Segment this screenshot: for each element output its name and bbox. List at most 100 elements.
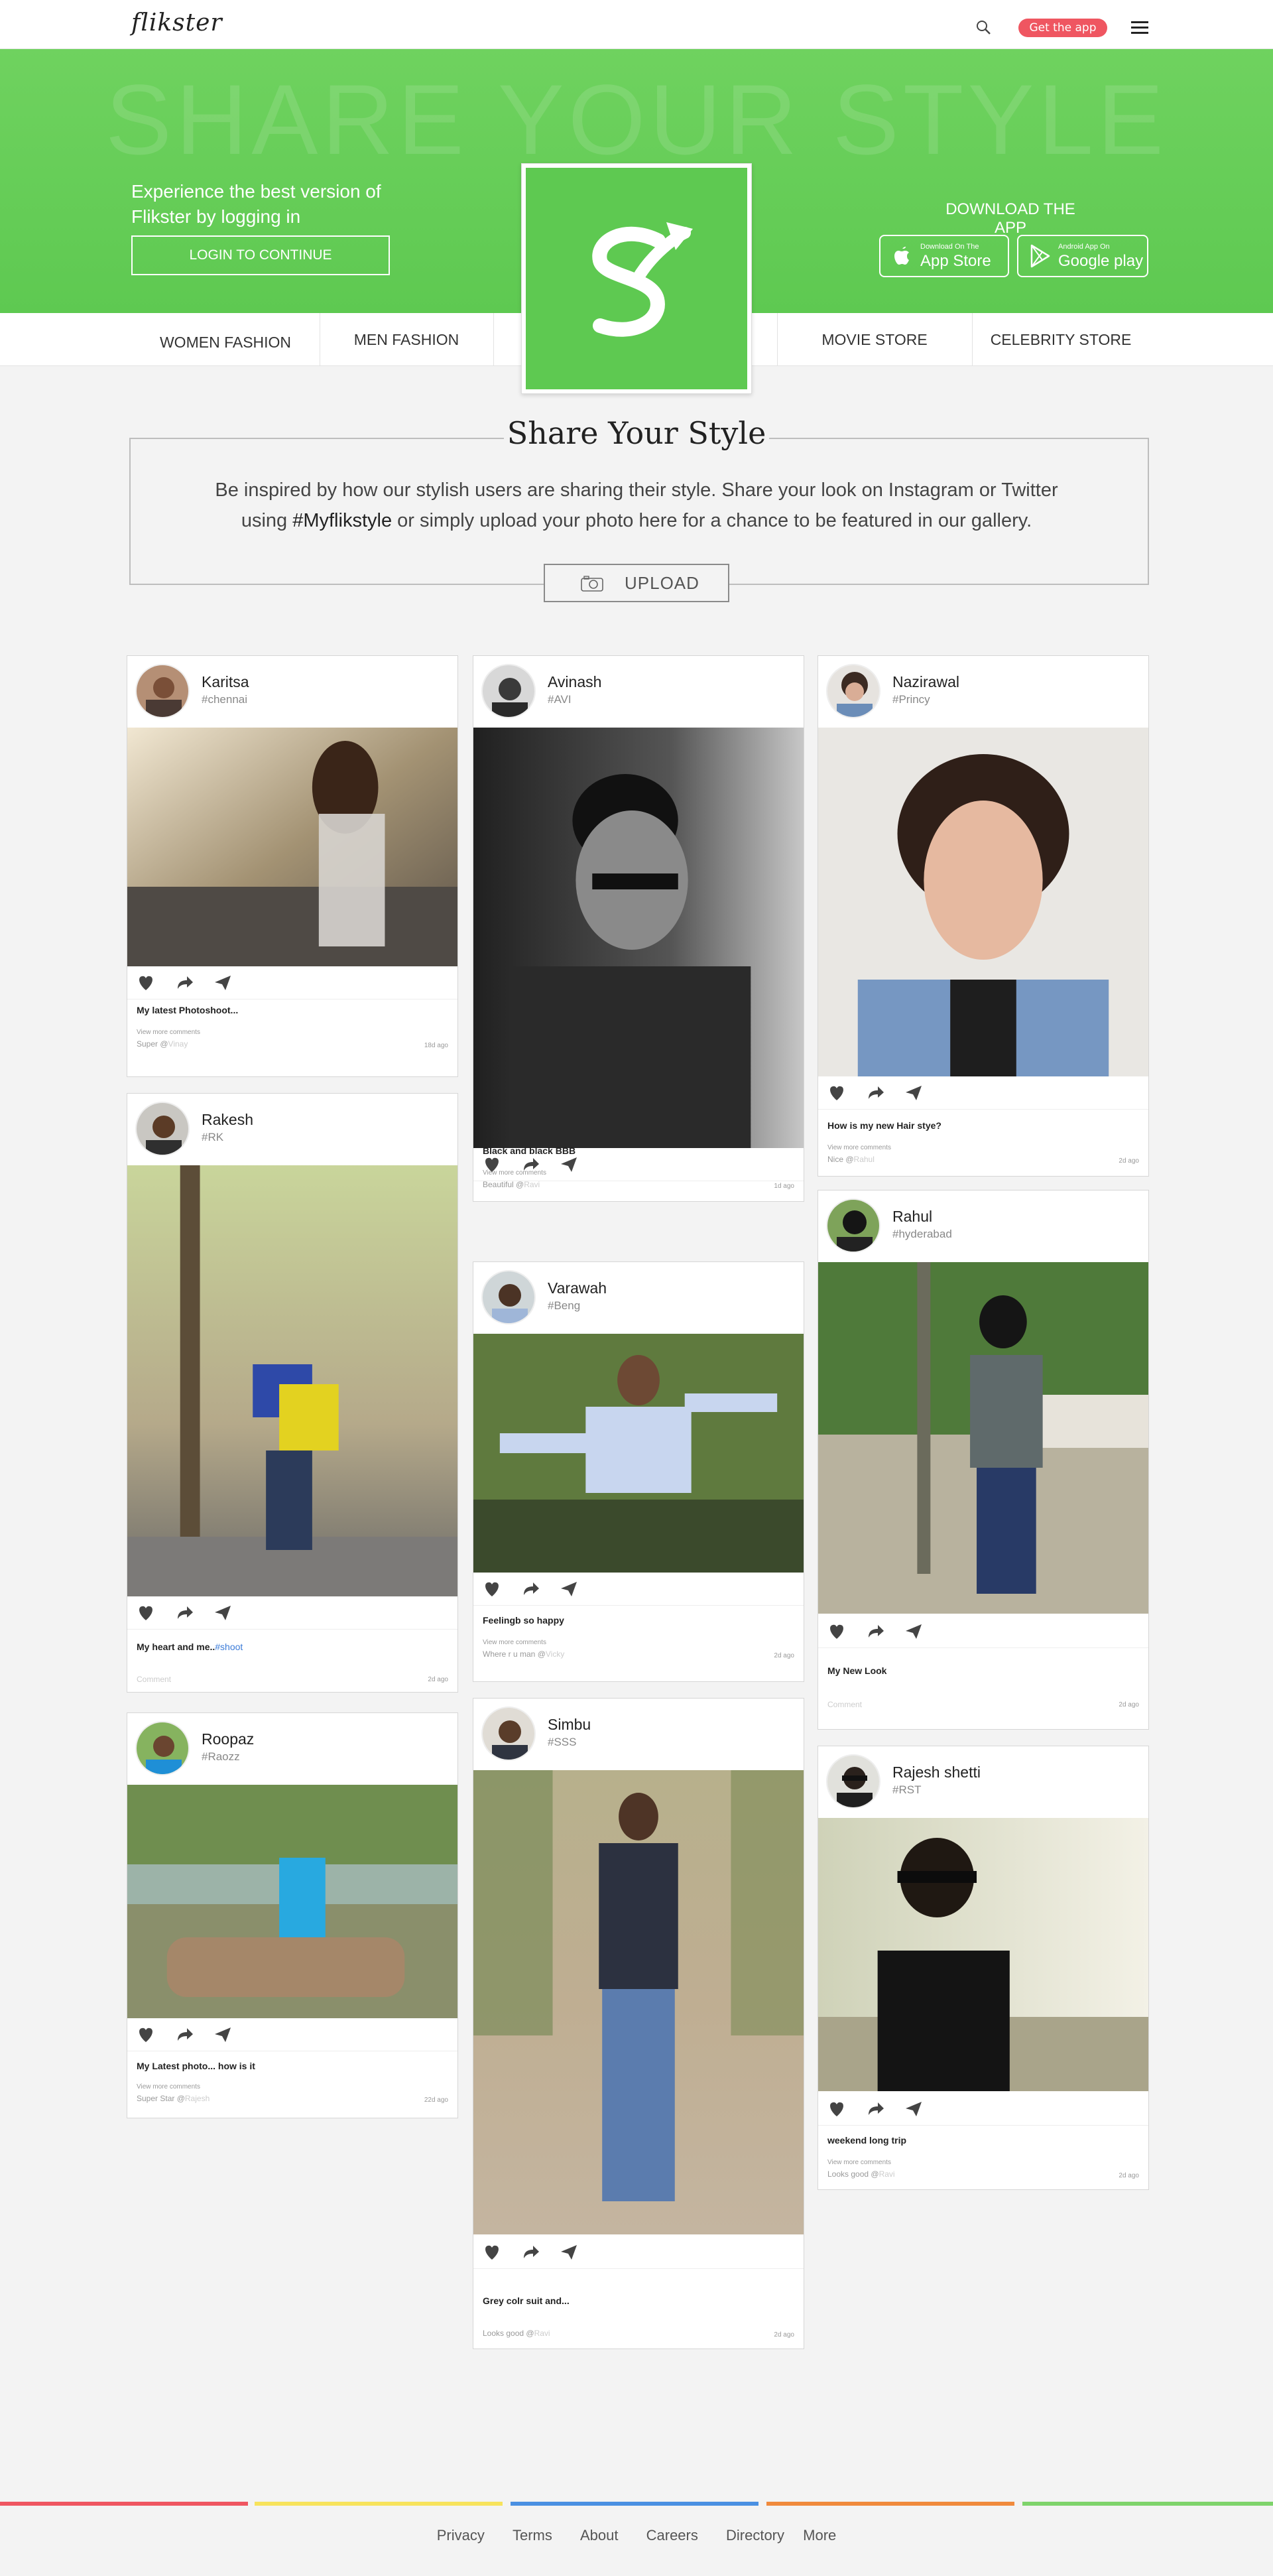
- send-icon[interactable]: [904, 2100, 923, 2118]
- tab-celebrity-store[interactable]: CELEBRITY STORE: [972, 313, 1150, 366]
- post-photo[interactable]: [818, 1262, 1148, 1614]
- like-icon[interactable]: [483, 1580, 501, 1598]
- username[interactable]: Avinash: [548, 673, 601, 691]
- login-to-continue-button[interactable]: LOGIN TO CONTINUE: [131, 235, 390, 275]
- tab-men-fashion[interactable]: MEN FASHION: [320, 313, 493, 366]
- caption-hashtag[interactable]: #shoot: [215, 1642, 243, 1652]
- like-icon[interactable]: [827, 1084, 846, 1102]
- upload-button[interactable]: UPLOAD: [544, 564, 729, 602]
- app-store-button[interactable]: Download On The App Store: [879, 235, 1009, 277]
- username[interactable]: Rakesh: [202, 1111, 253, 1129]
- user-location-tag[interactable]: #Princy: [892, 693, 930, 706]
- tab-women-fashion[interactable]: WOMEN FASHION: [131, 316, 320, 369]
- comment-user[interactable]: Ravi: [534, 2329, 550, 2338]
- comment-user[interactable]: Ravi: [524, 1180, 540, 1189]
- search-icon[interactable]: [975, 19, 993, 37]
- comment-user[interactable]: Vinay: [168, 1039, 188, 1049]
- like-icon[interactable]: [137, 2026, 155, 2043]
- footer-link-careers[interactable]: Careers: [646, 2527, 698, 2544]
- send-icon[interactable]: [560, 2244, 578, 2261]
- avatar[interactable]: [481, 1270, 536, 1324]
- send-icon[interactable]: [904, 1623, 923, 1640]
- post-photo[interactable]: [127, 1785, 457, 2018]
- tab-movie-store[interactable]: MOVIE STORE: [777, 313, 972, 366]
- footer-link-more[interactable]: More: [803, 2527, 836, 2544]
- footer-link-directory[interactable]: Directory: [726, 2527, 784, 2544]
- share-icon[interactable]: [866, 1084, 884, 1102]
- send-icon[interactable]: [213, 974, 232, 992]
- send-icon[interactable]: [213, 2026, 232, 2043]
- post-photo[interactable]: [473, 1770, 804, 2234]
- google-play-button[interactable]: Android App On Google play: [1017, 235, 1148, 277]
- avatar[interactable]: [481, 664, 536, 718]
- avatar[interactable]: [826, 664, 880, 718]
- view-more-comments-link[interactable]: View more comments: [827, 1144, 891, 1151]
- username[interactable]: Karitsa: [202, 673, 249, 691]
- share-icon[interactable]: [521, 1580, 540, 1598]
- share-icon[interactable]: [175, 1604, 194, 1622]
- post-photo[interactable]: [818, 1818, 1148, 2091]
- comment-input[interactable]: Comment: [827, 1700, 862, 1709]
- like-icon[interactable]: [827, 1623, 846, 1640]
- like-icon[interactable]: [137, 974, 155, 992]
- share-text-prefix: using: [241, 510, 288, 531]
- username[interactable]: Nazirawal: [892, 673, 959, 691]
- post-photo[interactable]: [473, 728, 804, 1148]
- avatar[interactable]: [826, 1754, 880, 1809]
- comment-input[interactable]: Comment: [137, 1675, 171, 1684]
- post-photo[interactable]: [473, 1334, 804, 1573]
- user-location-tag[interactable]: #SSS: [548, 1736, 576, 1749]
- username[interactable]: Rajesh shetti: [892, 1764, 981, 1781]
- footer-link-about[interactable]: About: [580, 2527, 619, 2544]
- comment-user[interactable]: Ravi: [879, 2169, 895, 2179]
- myflikstyle-hashtag[interactable]: #Myflikstyle: [292, 510, 392, 531]
- share-icon[interactable]: [175, 2026, 194, 2043]
- share-icon[interactable]: [175, 974, 194, 992]
- hamburger-menu-icon[interactable]: [1131, 21, 1148, 36]
- share-icon[interactable]: [521, 2244, 540, 2261]
- post-caption: Grey colr suit and...: [483, 2295, 570, 2306]
- get-the-app-button[interactable]: Get the app: [1018, 19, 1107, 37]
- username[interactable]: Roopaz: [202, 1730, 254, 1748]
- post-photo[interactable]: [127, 1165, 457, 1596]
- like-icon[interactable]: [137, 1604, 155, 1622]
- footer-link-terms[interactable]: Terms: [513, 2527, 552, 2544]
- post-photo[interactable]: [127, 728, 457, 966]
- post-photo[interactable]: [818, 728, 1148, 1076]
- comment-user[interactable]: Vicky: [546, 1649, 564, 1659]
- view-more-comments-link[interactable]: View more comments: [137, 1029, 200, 1036]
- user-location-tag[interactable]: #RK: [202, 1131, 223, 1144]
- comment-user[interactable]: Rahul: [854, 1155, 875, 1164]
- user-location-tag[interactable]: #chennai: [202, 693, 247, 706]
- comment-user[interactable]: Rajesh: [185, 2094, 210, 2103]
- comment-text: Looks good @: [483, 2329, 534, 2338]
- avatar[interactable]: [826, 1198, 880, 1253]
- avatar[interactable]: [135, 1102, 190, 1156]
- view-more-comments-link[interactable]: View more comments: [137, 2083, 200, 2091]
- send-icon[interactable]: [560, 1580, 578, 1598]
- share-icon[interactable]: [866, 1623, 884, 1640]
- view-more-comments-link[interactable]: View more comments: [827, 2159, 891, 2166]
- avatar[interactable]: [135, 664, 190, 718]
- brand-logo-tile[interactable]: [521, 163, 752, 394]
- user-location-tag[interactable]: #Beng: [548, 1299, 580, 1313]
- view-more-comments-link[interactable]: View more comments: [483, 1639, 546, 1646]
- view-more-comments-link[interactable]: View more comments: [483, 1169, 546, 1177]
- like-icon[interactable]: [827, 2100, 846, 2118]
- flikster-logo[interactable]: flikster: [131, 9, 223, 36]
- user-location-tag[interactable]: #hyderabad: [892, 1228, 952, 1241]
- avatar[interactable]: [135, 1721, 190, 1775]
- user-location-tag[interactable]: #Raozz: [202, 1750, 240, 1764]
- username[interactable]: Varawah: [548, 1279, 607, 1297]
- send-icon[interactable]: [560, 1156, 578, 1173]
- send-icon[interactable]: [213, 1604, 232, 1622]
- avatar[interactable]: [481, 1707, 536, 1761]
- username[interactable]: Simbu: [548, 1716, 591, 1734]
- username[interactable]: Rahul: [892, 1208, 932, 1226]
- share-icon[interactable]: [866, 2100, 884, 2118]
- user-location-tag[interactable]: #RST: [892, 1783, 921, 1797]
- footer-link-privacy[interactable]: Privacy: [437, 2527, 485, 2544]
- send-icon[interactable]: [904, 1084, 923, 1102]
- like-icon[interactable]: [483, 2244, 501, 2261]
- user-location-tag[interactable]: #AVI: [548, 693, 572, 706]
